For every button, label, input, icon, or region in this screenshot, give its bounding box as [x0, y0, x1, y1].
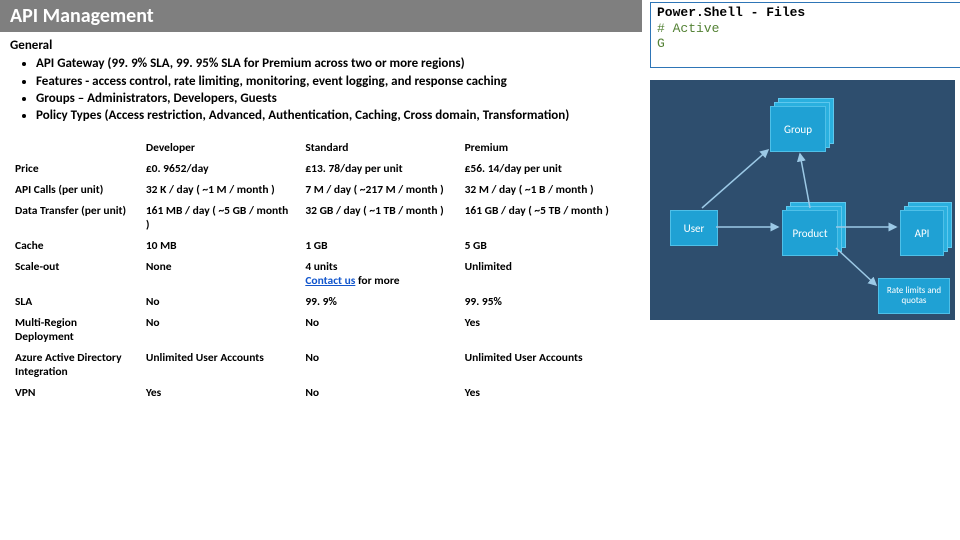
general-bullets: API Gateway (99. 9% SLA, 99. 95% SLA for…: [10, 56, 630, 124]
code-box-title: Power.Shell - Files: [657, 5, 957, 21]
powershell-code-box: Power.Shell - Files # Active G: [650, 2, 960, 68]
table-row: Scale-out None 4 units Contact us for mo…: [9, 257, 618, 292]
table-row: Multi-Region Deployment No No Yes: [9, 313, 618, 348]
col-premium: Premium: [458, 138, 617, 159]
table-row: Cache 10 MB 1 GB 5 GB: [9, 236, 618, 257]
code-line-1: # Active: [657, 21, 957, 37]
bullet-item: Features - access control, rate limiting…: [36, 74, 630, 90]
architecture-diagram: Group User Product API Rate limits and q…: [650, 80, 955, 320]
table-row: SLA No 99. 9% 99. 95%: [9, 292, 618, 313]
pricing-table: Developer Standard Premium Price £0. 965…: [8, 137, 618, 404]
table-row: Data Transfer (per unit) 161 MB / day ( …: [9, 201, 618, 236]
table-row: VPN Yes No Yes: [9, 383, 618, 404]
col-developer: Developer: [139, 138, 298, 159]
general-heading: General: [10, 38, 630, 54]
table-row: API Calls (per unit) 32 K / day ( ~1 M /…: [9, 180, 618, 201]
general-section: General API Gateway (99. 9% SLA, 99. 95%…: [0, 32, 640, 127]
code-line-2: G: [657, 36, 957, 52]
table-header-row: Developer Standard Premium: [9, 138, 618, 159]
diagram-arrows: [650, 80, 955, 320]
bullet-item: Groups – Administrators, Developers, Gue…: [36, 91, 630, 107]
table-row: Azure Active Directory Integration Unlim…: [9, 348, 618, 383]
contact-us-link[interactable]: Contact us: [305, 274, 355, 288]
table-row: Price £0. 9652/day £13. 78/day per unit …: [9, 159, 618, 180]
bullet-item: Policy Types (Access restriction, Advanc…: [36, 108, 630, 124]
bullet-item: API Gateway (99. 9% SLA, 99. 95% SLA for…: [36, 56, 630, 72]
col-standard: Standard: [299, 138, 458, 159]
scaleout-standard-cell: 4 units Contact us for more: [299, 257, 458, 292]
page-title: API Management: [0, 0, 642, 32]
